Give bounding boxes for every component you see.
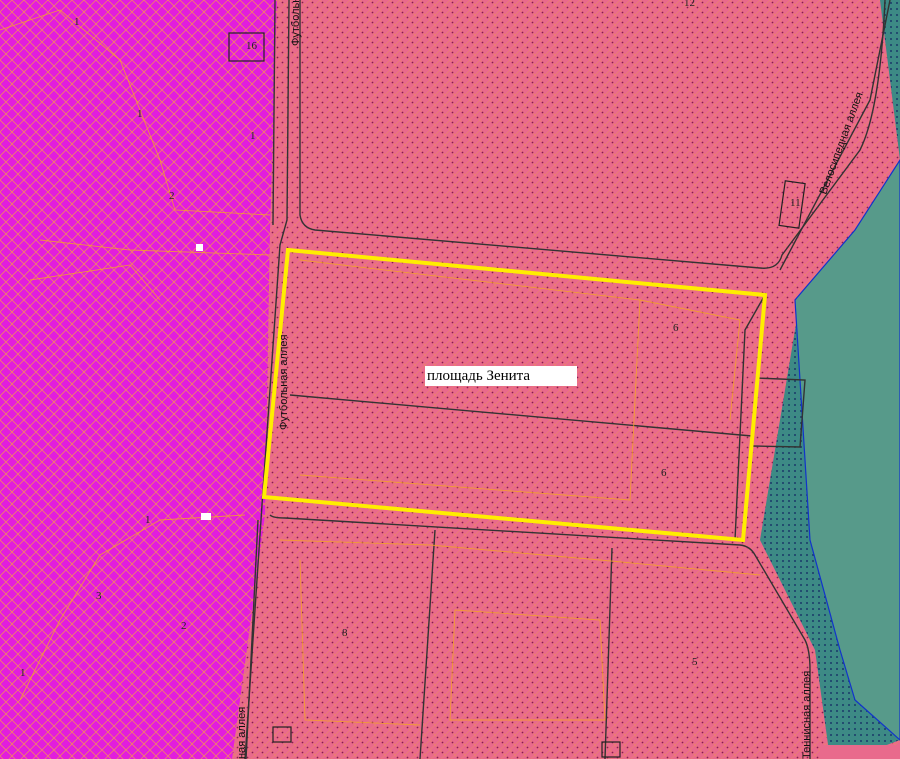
- parcel-number: 5: [692, 656, 698, 668]
- parcel-number: 1: [145, 514, 151, 526]
- parcel-number: 6: [673, 322, 679, 334]
- parcel-number: 1: [137, 108, 143, 120]
- parcel-number: 2: [169, 190, 175, 202]
- street-label-top: Футбольн: [290, 0, 302, 46]
- parcel-number: 1: [20, 667, 26, 679]
- parcel-number: 1: [74, 16, 80, 28]
- street-label-bottom-left: ная аллея: [236, 707, 248, 759]
- parcel-number: 16: [246, 40, 258, 52]
- street-label-left: Футбольная аллея: [278, 334, 290, 430]
- white-marker-1: [196, 244, 203, 251]
- bottom-strip: [820, 745, 900, 759]
- zoning-map: 1 16 1 1 2 1 3 2 1 12 11 6 6 8 5 Футболь…: [0, 0, 900, 759]
- parcel-number: 2: [181, 620, 187, 632]
- parcel-number: 3: [96, 590, 102, 602]
- street-label-bottom-right: Теннисная аллея: [801, 671, 813, 759]
- parcel-number: 6: [661, 467, 667, 479]
- parcel-number: 1: [250, 130, 256, 142]
- parcel-number: 8: [342, 627, 348, 639]
- white-marker-2: [201, 513, 211, 520]
- parcel-number: 11: [790, 197, 801, 209]
- parcel-number: 12: [684, 0, 695, 9]
- area-label: площадь Зенита: [425, 366, 577, 386]
